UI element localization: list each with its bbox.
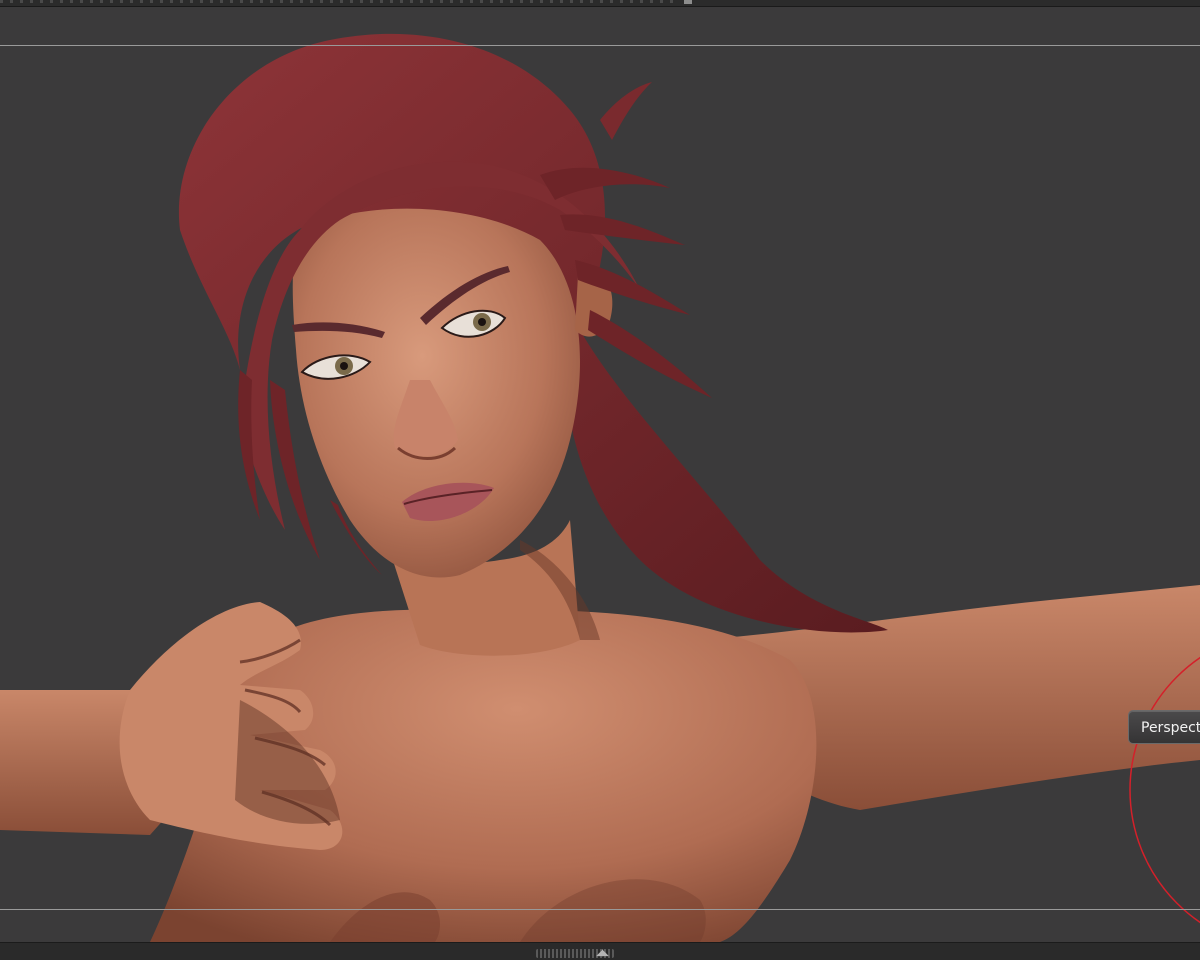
- zbrush-canvas-window: Perspect ◢◣: [0, 0, 1200, 960]
- 3d-viewport[interactable]: [0, 0, 1200, 942]
- viewport-frame-top-line: [0, 45, 1200, 46]
- viewport-frame-bottom-line: [0, 909, 1200, 910]
- expand-collapse-arrows-icon[interactable]: ◢◣: [591, 947, 613, 959]
- perspective-button[interactable]: Perspect: [1128, 710, 1200, 744]
- sculpt-render: [0, 33, 1200, 942]
